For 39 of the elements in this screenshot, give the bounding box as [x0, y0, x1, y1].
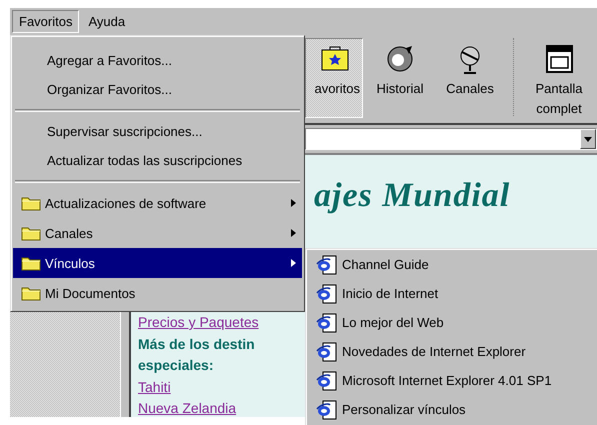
- menu-item[interactable]: Mi Documentos: [13, 278, 302, 308]
- menu-item[interactable]: Novedades de Internet Explorer: [308, 337, 597, 366]
- menu-bar-item[interactable]: Favoritos: [12, 10, 80, 33]
- submenu-arrow-icon: [291, 259, 296, 267]
- toolbar-button[interactable]: avoritos: [305, 38, 363, 118]
- page-icon: [316, 400, 338, 420]
- page-icon: [316, 312, 338, 332]
- dropdown-button[interactable]: [580, 129, 596, 149]
- submenu-arrow-icon: [291, 199, 296, 207]
- menu-bar-item[interactable]: Ayuda: [81, 10, 132, 33]
- menu-item[interactable]: Microsoft Internet Explorer 4.01 SP1: [308, 366, 597, 395]
- page-heading: especiales:: [138, 356, 214, 375]
- toolbar-button[interactable]: Pantalla complet: [526, 38, 592, 118]
- page-icon: [316, 284, 338, 304]
- page-icon: [316, 342, 338, 362]
- page-icon: [316, 370, 338, 390]
- menu-item[interactable]: Channel Guide: [308, 250, 597, 279]
- menu-item[interactable]: Inicio de Internet: [308, 279, 597, 308]
- toolbar-button[interactable]: Historial: [367, 38, 433, 118]
- page-link[interactable]: Tahiti: [138, 376, 171, 398]
- menu-item[interactable]: Supervisar suscripciones...: [13, 117, 302, 146]
- menu-item[interactable]: Agregar a Favoritos...: [13, 46, 302, 75]
- address-field[interactable]: [305, 128, 597, 150]
- menu-item[interactable]: Canales: [13, 218, 302, 248]
- caret-icon: [584, 136, 592, 142]
- menu-item[interactable]: Actualizar todas las suscripciones: [13, 146, 302, 175]
- menu-item[interactable]: Lo mejor del Web: [308, 308, 597, 337]
- page-heading: Más de los destin: [138, 334, 255, 354]
- page-link[interactable]: Precios y Paquetes: [138, 312, 259, 334]
- menu-item[interactable]: Personalizar vínculos: [308, 395, 597, 424]
- page-link[interactable]: Nueva Zelandia: [138, 398, 236, 417]
- submenu-arrow-icon: [291, 229, 296, 237]
- page-icon: [316, 254, 338, 274]
- window-icon: [543, 43, 575, 75]
- menu-item[interactable]: Organizar Favoritos...: [13, 75, 302, 104]
- menu-item[interactable]: Actualizaciones de software: [13, 188, 302, 218]
- page-title: ajes Mundial: [314, 177, 512, 215]
- menu-item[interactable]: Vínculos: [13, 248, 302, 278]
- toolbar-button[interactable]: Canales: [437, 38, 503, 118]
